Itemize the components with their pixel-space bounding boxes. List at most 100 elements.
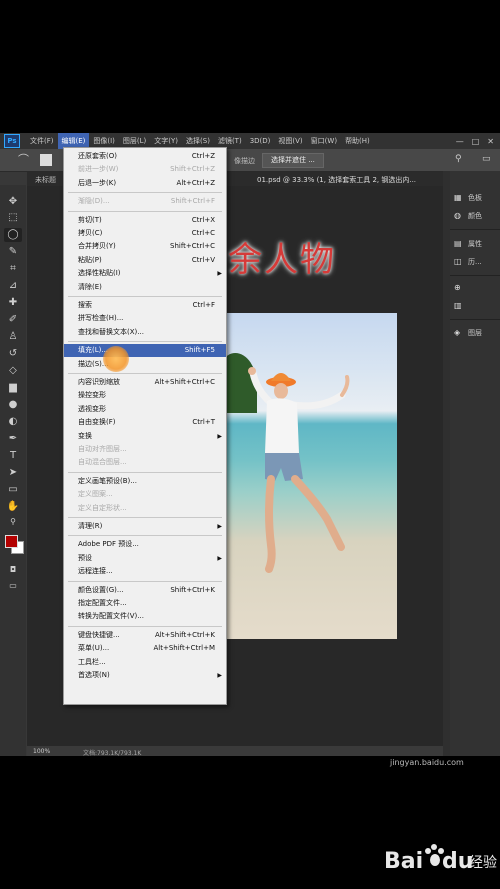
document-size-info[interactable]: 文档:793.1K/793.1K	[83, 748, 141, 756]
document-image[interactable]	[227, 313, 397, 639]
edit-menu-item[interactable]: 工具栏...	[64, 656, 226, 669]
menu-item-shortcut: Shift+Ctrl+K	[170, 585, 215, 594]
eyedropper-tool-icon[interactable]: ⊿	[4, 279, 22, 293]
edit-menu-item: 自动混合图层...	[64, 456, 226, 469]
lasso-option-icon[interactable]: ⌒	[18, 154, 32, 166]
minimize-icon[interactable]: —	[456, 137, 464, 146]
eraser-tool-icon[interactable]: ◇	[4, 364, 22, 378]
move-tool-icon[interactable]: ✥	[4, 195, 22, 209]
shape-tool-icon[interactable]: ▭	[4, 483, 22, 497]
menu-item-label: 自由变换(F)	[78, 418, 116, 427]
edit-menu-item[interactable]: 拼写检查(H)...	[64, 312, 226, 325]
panel-history-label: 历...	[468, 258, 482, 266]
pen-tool-icon[interactable]: ✒	[4, 432, 22, 446]
edit-menu-item[interactable]: 合并拷贝(Y) Shift+Ctrl+C	[64, 240, 226, 253]
menu-file[interactable]: 文件(F)	[26, 133, 58, 149]
gradient-tool-icon[interactable]: ▆	[4, 381, 22, 395]
hand-tool-icon[interactable]: ✋	[4, 500, 22, 514]
healing-brush-tool-icon[interactable]: ✚	[4, 296, 22, 310]
foreground-color-swatch[interactable]	[5, 535, 18, 548]
edit-menu-item[interactable]: 自由变换(F) Ctrl+T	[64, 416, 226, 429]
edit-menu-item[interactable]: 转换为配置文件(V)...	[64, 610, 226, 623]
brush-tool-icon[interactable]: ✐	[4, 313, 22, 327]
screen-mode-icon[interactable]: ▭	[4, 579, 22, 593]
type-tool-icon[interactable]: T	[4, 449, 22, 463]
history-brush-tool-icon[interactable]: ↺	[4, 347, 22, 361]
edit-menu-item[interactable]: 还原套索(O) Ctrl+Z	[64, 150, 226, 163]
zoom-level[interactable]: 100%	[33, 748, 50, 755]
clone-stamp-tool-icon[interactable]: ♙	[4, 330, 22, 344]
edit-menu-item[interactable]: 透视变形	[64, 403, 226, 416]
edit-menu-item[interactable]: 预设 ▶	[64, 552, 226, 565]
edit-menu-item[interactable]: 剪切(T) Ctrl+X	[64, 214, 226, 227]
quick-select-tool-icon[interactable]: ✎	[4, 245, 22, 259]
menu-3d[interactable]: 3D(D)	[246, 133, 275, 149]
search-icon[interactable]: ⚲	[455, 154, 462, 164]
edit-menu-item[interactable]: 拷贝(C) Ctrl+C	[64, 227, 226, 240]
menu-item-shortcut: Alt+Ctrl+Z	[176, 178, 215, 187]
menu-window[interactable]: 窗口(W)	[307, 133, 341, 149]
quick-mask-icon[interactable]: ◘	[4, 563, 22, 577]
close-icon[interactable]: ✕	[487, 137, 494, 146]
edit-menu-item[interactable]: 菜单(U)... Alt+Shift+Ctrl+M	[64, 642, 226, 655]
path-select-tool-icon[interactable]: ➤	[4, 466, 22, 480]
zoom-tool-icon[interactable]: ⚲	[4, 515, 22, 529]
crop-tool-icon[interactable]: ⌗	[4, 262, 22, 276]
edit-menu-item[interactable]: 填充(L)... Shift+F5	[64, 344, 226, 358]
dodge-tool-icon[interactable]: ◐	[4, 415, 22, 429]
panel-color[interactable]: ◍ 颜色	[454, 211, 482, 221]
panel-swatches[interactable]: ▦ 色板	[454, 193, 482, 203]
select-and-mask-button[interactable]: 选择并遮住 ...	[262, 153, 324, 168]
menu-item-label: 查找和替换文本(X)...	[78, 327, 144, 336]
menu-item-label: 清除(E)	[78, 282, 102, 291]
menu-item-label: 远程连接...	[78, 567, 113, 576]
tab-untitled[interactable]: 未标题	[35, 175, 56, 185]
menu-view[interactable]: 视图(V)	[274, 133, 306, 149]
panel-collapse-strip[interactable]	[443, 171, 450, 756]
tab-active-document[interactable]: 01.psd @ 33.3% (1, 选择套索工具 2, 钢选出内...	[257, 175, 416, 185]
selection-mode-icon[interactable]	[40, 154, 52, 166]
adjustments-icon: ◫	[454, 257, 462, 266]
blur-tool-icon[interactable]: ●	[4, 398, 22, 412]
panel-libraries[interactable]: ⊕	[454, 283, 468, 292]
lasso-tool-icon[interactable]: ◯	[4, 228, 22, 242]
edit-menu-item[interactable]: 键盘快捷键... Alt+Shift+Ctrl+K	[64, 629, 226, 642]
status-bar: 100% 文档:793.1K/793.1K	[27, 746, 443, 756]
edit-menu-item[interactable]: 操控变形	[64, 389, 226, 402]
edit-menu-item[interactable]: 搜索 Ctrl+F	[64, 299, 226, 312]
edit-menu-item: 定义图案...	[64, 488, 226, 501]
menu-item-shortcut: Ctrl+V	[191, 255, 215, 264]
panel-paths[interactable]: ▥	[454, 301, 468, 310]
menu-item-label: 后退一步(K)	[78, 178, 117, 187]
menu-item-label: 合并拷贝(Y)	[78, 242, 116, 251]
workspace-icon[interactable]: ▭	[482, 154, 491, 164]
edit-menu-item[interactable]: 远程连接...	[64, 565, 226, 578]
edit-menu-item[interactable]: 清理(R) ▶	[64, 520, 226, 533]
panel-properties[interactable]: ▤ 属性	[454, 239, 482, 249]
edit-menu-item[interactable]: 指定配置文件...	[64, 597, 226, 610]
marquee-tool-icon[interactable]: ⬚	[4, 211, 22, 225]
edit-menu-item[interactable]: 选择性粘贴(I) ▶	[64, 267, 226, 280]
edit-menu-item[interactable]: 后退一步(K) Alt+Ctrl+Z	[64, 177, 226, 190]
edit-menu-item[interactable]: 定义画笔预设(B)...	[64, 475, 226, 488]
edit-menu-item[interactable]: 颜色设置(G)... Shift+Ctrl+K	[64, 584, 226, 597]
menu-item-label: 自动混合图层...	[78, 458, 127, 467]
maximize-icon[interactable]: □	[472, 137, 480, 146]
swatches-icon: ◍	[454, 211, 461, 220]
menu-help[interactable]: 帮助(H)	[341, 133, 374, 149]
panel-layers[interactable]: ◈ 图层	[454, 328, 482, 338]
edit-menu-item[interactable]: 内容识别缩放 Alt+Shift+Ctrl+C	[64, 376, 226, 389]
edit-menu-item[interactable]: 首选项(N) ▶	[64, 669, 226, 682]
edit-menu-item[interactable]: Adobe PDF 预设...	[64, 538, 226, 551]
edit-menu-item[interactable]: 描边(S)...	[64, 358, 226, 371]
edit-menu-item[interactable]: 查找和替换文本(X)...	[64, 326, 226, 339]
panel-properties-label: 属性	[468, 240, 482, 248]
libraries-icon: ⊕	[454, 283, 461, 292]
edit-menu-item[interactable]: 清除(E)	[64, 281, 226, 294]
edit-menu-item[interactable]: 变换 ▶	[64, 430, 226, 443]
submenu-arrow-icon: ▶	[217, 554, 222, 562]
edit-menu-item[interactable]: 粘贴(P) Ctrl+V	[64, 254, 226, 267]
menu-item-shortcut: Alt+Shift+Ctrl+K	[154, 630, 215, 639]
panel-history[interactable]: ◫ 历...	[454, 257, 482, 267]
menu-separator	[68, 296, 222, 297]
